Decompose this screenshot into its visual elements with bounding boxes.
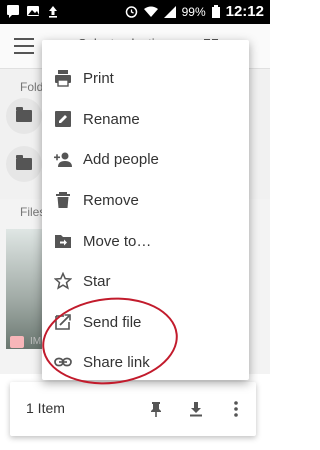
signal-icon	[163, 5, 176, 18]
status-time: 12:12	[225, 3, 264, 20]
menu-item-label: Move to…	[83, 232, 152, 250]
menu-item-remove[interactable]: Remove	[42, 180, 249, 220]
folder-icon	[16, 155, 32, 170]
file-thumbnail[interactable]	[6, 229, 44, 349]
file-thumbnail-caption: IM	[30, 336, 42, 347]
upload-icon	[49, 6, 57, 18]
menu-item-move-to[interactable]: Move to…	[42, 221, 249, 261]
folder-icon	[16, 107, 32, 122]
status-bar: 99% 12:12	[0, 0, 270, 24]
battery-icon	[211, 5, 220, 18]
menu-item-label: Print	[83, 69, 114, 87]
image-file-icon	[10, 336, 24, 348]
selection-count: 1 Item	[26, 400, 65, 416]
menu-item-label: Star	[83, 272, 111, 290]
rename-icon	[55, 111, 71, 127]
selection-action-bar: 1 Item	[10, 382, 256, 436]
add-people-icon	[54, 152, 72, 167]
menu-item-label: Rename	[83, 110, 140, 128]
wifi-icon	[143, 6, 158, 17]
menu-item-print[interactable]: Print	[42, 58, 249, 98]
menu-item-add-people[interactable]: Add people	[42, 139, 249, 179]
menu-icon[interactable]	[14, 38, 34, 54]
folder-avatar	[6, 98, 42, 134]
folders-label: Fold	[20, 80, 44, 94]
battery-percent: 99%	[181, 4, 206, 19]
message-icon	[7, 5, 19, 18]
more-options-icon[interactable]	[226, 399, 246, 419]
star-icon	[54, 272, 72, 290]
status-right-icons: 99% 12:12	[125, 3, 264, 20]
alarm-icon	[125, 6, 137, 18]
pin-icon[interactable]	[146, 399, 166, 419]
image-icon	[27, 6, 39, 16]
menu-item-rename[interactable]: Rename	[42, 99, 249, 139]
move-to-icon	[55, 235, 71, 248]
status-left-icons	[6, 4, 60, 18]
download-icon[interactable]	[186, 399, 206, 419]
remove-icon	[56, 192, 70, 208]
print-icon	[55, 70, 71, 87]
menu-item-label: Add people	[83, 150, 159, 168]
menu-item-label: Remove	[83, 191, 139, 209]
menu-item-star[interactable]: Star	[42, 261, 249, 301]
folder-avatar	[6, 146, 42, 182]
